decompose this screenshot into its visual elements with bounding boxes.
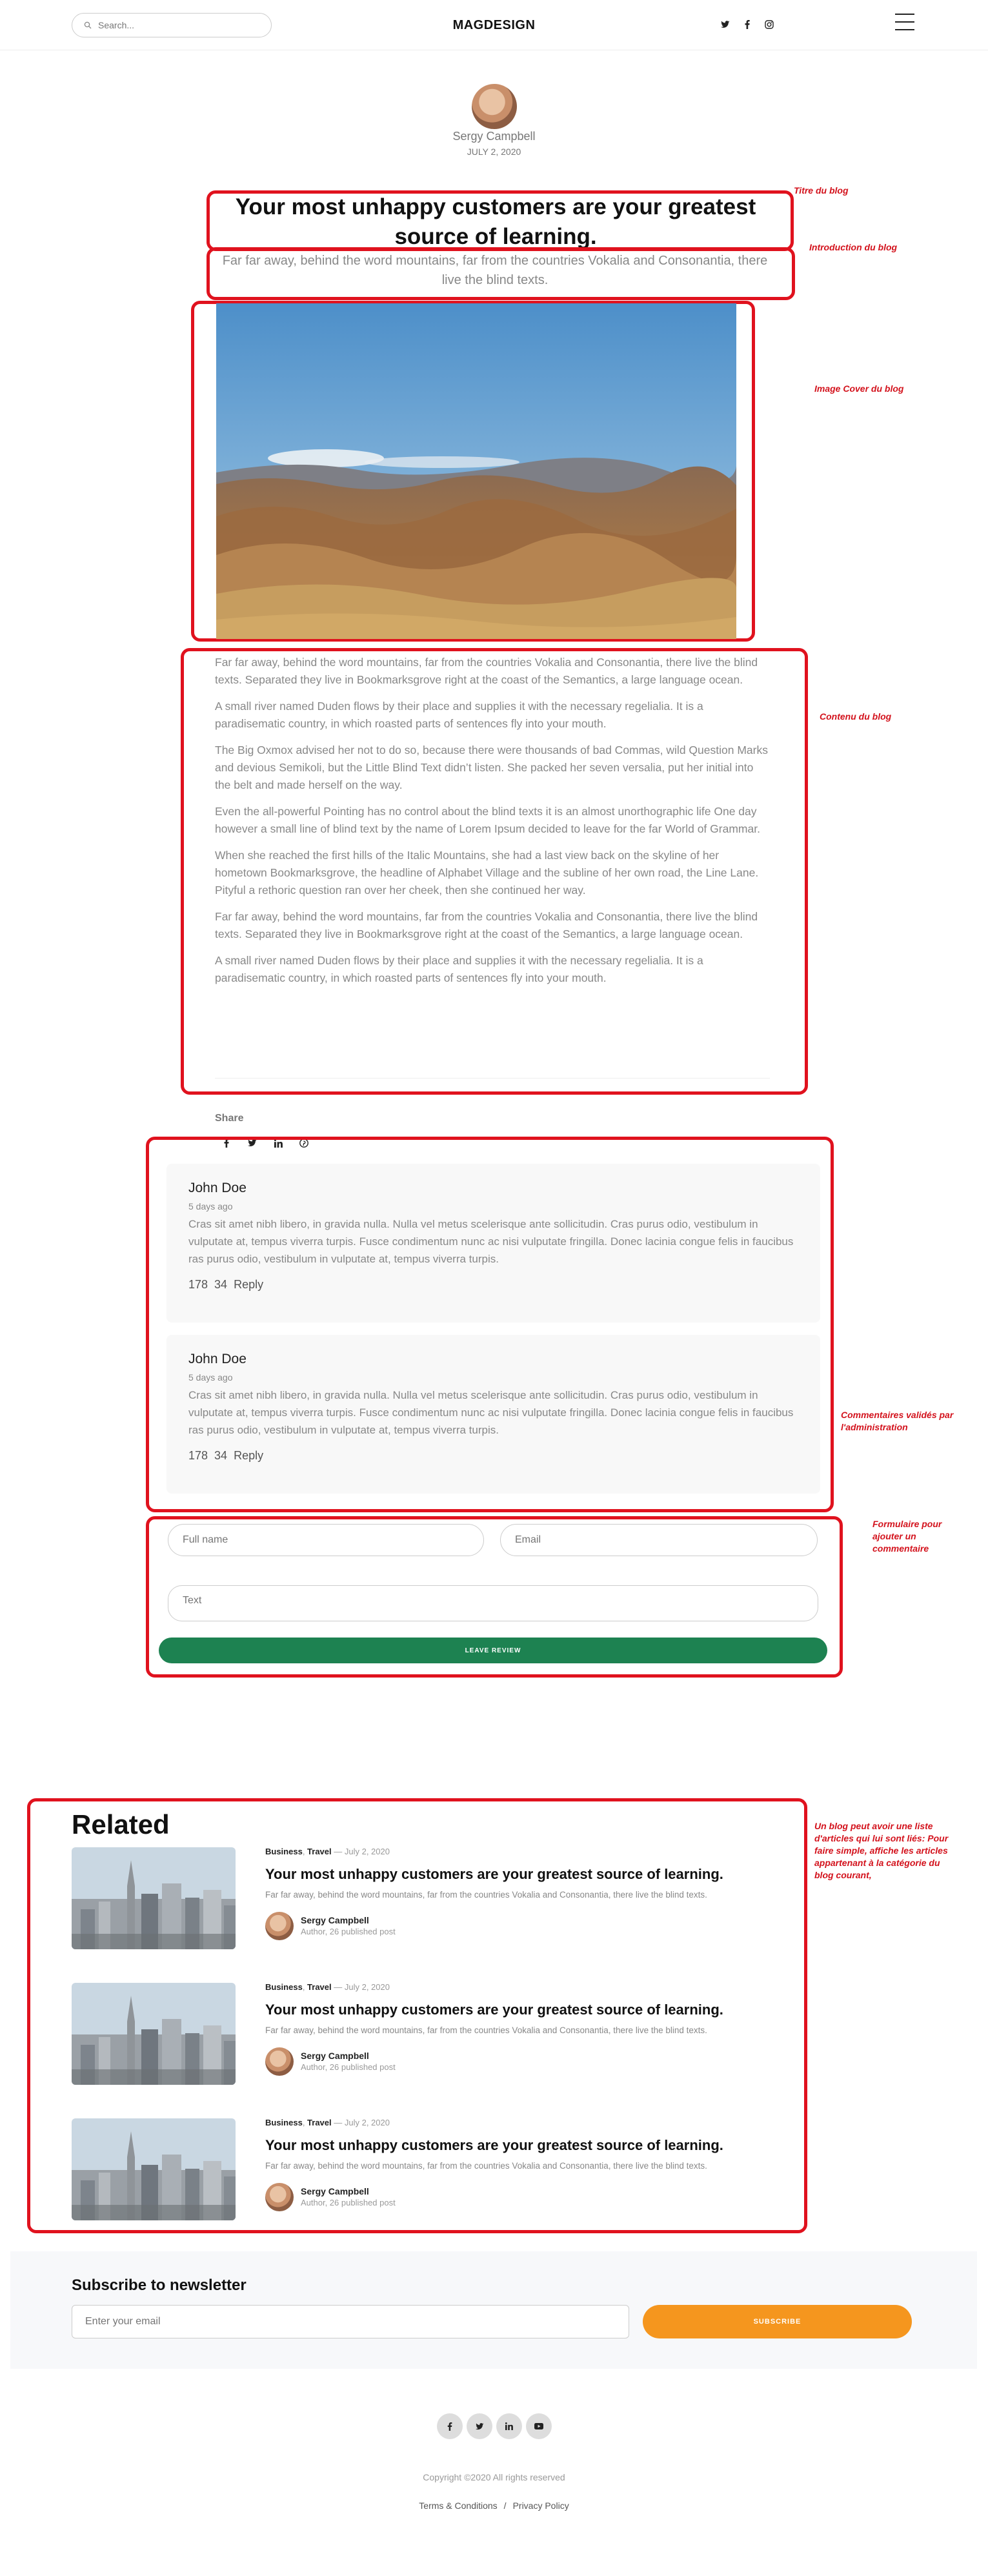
post-date: JULY 2, 2020 (467, 147, 521, 157)
footer-separator: / (503, 2500, 507, 2511)
related-author-name[interactable]: Sergy Campbell (301, 2051, 369, 2061)
related-meta: Business, Travel — July 2, 2020 (265, 2118, 390, 2127)
content-paragraph: A small river named Duden flows by their… (215, 954, 703, 984)
content-paragraph: The Big Oxmox advised her not to do so, … (215, 744, 768, 791)
related-excerpt: Far far away, behind the word mountains,… (265, 2161, 707, 2171)
fullname-field[interactable] (168, 1524, 484, 1556)
content-paragraph: When she reached the first hills of the … (215, 849, 759, 897)
annotation-title: Titre du blog (794, 185, 849, 196)
related-author-name[interactable]: Sergy Campbell (301, 2186, 369, 2196)
comment-card: John Doe 5 days ago Cras sit amet nibh l… (166, 1164, 820, 1323)
menu-icon[interactable] (895, 14, 914, 30)
subscribe-button[interactable]: SUBSCRIBE (643, 2305, 912, 2338)
content-paragraph: Even the all-powerful Pointing has no co… (215, 805, 760, 835)
related-excerpt: Far far away, behind the word mountains,… (265, 1890, 707, 1900)
category-link[interactable]: Business (265, 2118, 303, 2127)
comment-date: 5 days ago (188, 1372, 233, 1383)
comment-date: 5 days ago (188, 1201, 233, 1212)
header-social-links (720, 19, 774, 30)
related-author-avatar (265, 2047, 294, 2076)
reply-link[interactable]: Reply (234, 1278, 263, 1292)
reply-link[interactable]: Reply (234, 1449, 263, 1463)
twitter-icon[interactable] (720, 19, 731, 30)
comment-meta: 178 34 Reply (188, 1449, 798, 1463)
related-date: — July 2, 2020 (334, 1847, 390, 1856)
related-author-role: Author, 26 published post (301, 1927, 396, 1936)
post-content: Far far away, behind the word mountains,… (215, 654, 770, 996)
comment-replies[interactable]: 34 (214, 1449, 227, 1463)
comment-card: John Doe 5 days ago Cras sit amet nibh l… (166, 1335, 820, 1494)
instagram-icon[interactable] (764, 19, 774, 30)
cover-image (216, 303, 736, 639)
terms-link[interactable]: Terms & Conditions (419, 2500, 497, 2511)
site-header: MAGDESIGN (0, 0, 988, 50)
email-field[interactable] (500, 1524, 818, 1556)
annotation-cover: Image Cover du blog (814, 383, 904, 394)
related-author-role: Author, 26 published post (301, 2198, 396, 2207)
comment-likes[interactable]: 178 (188, 1449, 208, 1463)
content-paragraph: A small river named Duden flows by their… (215, 700, 703, 730)
related-thumbnail[interactable] (72, 1983, 236, 2085)
comment-textarea[interactable] (168, 1585, 818, 1621)
related-author-avatar (265, 1912, 294, 1940)
comment-meta: 178 34 Reply (188, 1278, 798, 1292)
related-thumbnail[interactable] (72, 2118, 236, 2220)
related-meta: Business, Travel — July 2, 2020 (265, 1847, 390, 1856)
youtube-icon[interactable] (526, 2413, 552, 2439)
linkedin-icon[interactable] (496, 2413, 522, 2439)
facebook-icon[interactable] (742, 19, 752, 30)
content-paragraph: Far far away, behind the word mountains,… (215, 656, 758, 686)
annotation-comments: Commentaires validés par l'administratio… (841, 1410, 954, 1432)
category-link[interactable]: Business (265, 1982, 303, 1992)
annotation-related: Un blog peut avoir une liste d'articles … (814, 1821, 949, 1880)
newsletter-email-input[interactable] (72, 2305, 629, 2338)
category-link[interactable]: Travel (307, 1982, 332, 1992)
comment-text: Cras sit amet nibh libero, in gravida nu… (188, 1389, 794, 1436)
category-link[interactable]: Travel (307, 1847, 332, 1856)
content-paragraph: Far far away, behind the word mountains,… (215, 910, 758, 940)
related-title[interactable]: Your most unhappy customers are your gre… (265, 2002, 781, 2018)
related-author-avatar (265, 2183, 294, 2211)
related-thumbnail[interactable] (72, 1847, 236, 1949)
leave-review-button[interactable]: LEAVE REVIEW (159, 1638, 827, 1663)
post-title: Your most unhappy customers are your gre… (235, 194, 756, 249)
related-date: — July 2, 2020 (334, 1982, 390, 1992)
related-title[interactable]: Your most unhappy customers are your gre… (265, 1866, 781, 1883)
author-avatar (472, 84, 517, 129)
annotation-intro: Introduction du blog (809, 242, 898, 252)
footer-links: Terms & Conditions / Privacy Policy (0, 2500, 988, 2511)
comment-replies[interactable]: 34 (214, 1278, 227, 1292)
comment-author: John Doe (188, 1352, 247, 1366)
annotation-form: Formulaire pour ajouter un commentaire (872, 1519, 942, 1554)
facebook-icon[interactable] (437, 2413, 463, 2439)
category-link[interactable]: Travel (307, 2118, 332, 2127)
site-logo[interactable]: MAGDESIGN (0, 18, 988, 33)
post-intro: Far far away, behind the word mountains,… (222, 254, 768, 287)
content-divider (215, 1078, 770, 1079)
related-heading: Related (72, 1809, 170, 1840)
share-label: Share (215, 1113, 244, 1124)
related-meta: Business, Travel — July 2, 2020 (265, 1982, 390, 1992)
category-link[interactable]: Business (265, 1847, 303, 1856)
related-title[interactable]: Your most unhappy customers are your gre… (265, 2137, 781, 2154)
comment-author: John Doe (188, 1181, 247, 1195)
related-author-role: Author, 26 published post (301, 2062, 396, 2072)
related-author-name[interactable]: Sergy Campbell (301, 1915, 369, 1925)
privacy-link[interactable]: Privacy Policy (513, 2500, 569, 2511)
author-name[interactable]: Sergy Campbell (0, 130, 988, 143)
footer-social-links (437, 2413, 552, 2439)
comment-text: Cras sit amet nibh libero, in gravida nu… (188, 1218, 794, 1265)
comment-likes[interactable]: 178 (188, 1278, 208, 1292)
twitter-icon[interactable] (467, 2413, 492, 2439)
copyright-text: Copyright ©2020 All rights reserved (423, 2472, 565, 2482)
related-excerpt: Far far away, behind the word mountains,… (265, 2025, 707, 2035)
related-date: — July 2, 2020 (334, 2118, 390, 2127)
annotation-content: Contenu du blog (820, 711, 892, 722)
newsletter-title: Subscribe to newsletter (72, 2277, 247, 2294)
